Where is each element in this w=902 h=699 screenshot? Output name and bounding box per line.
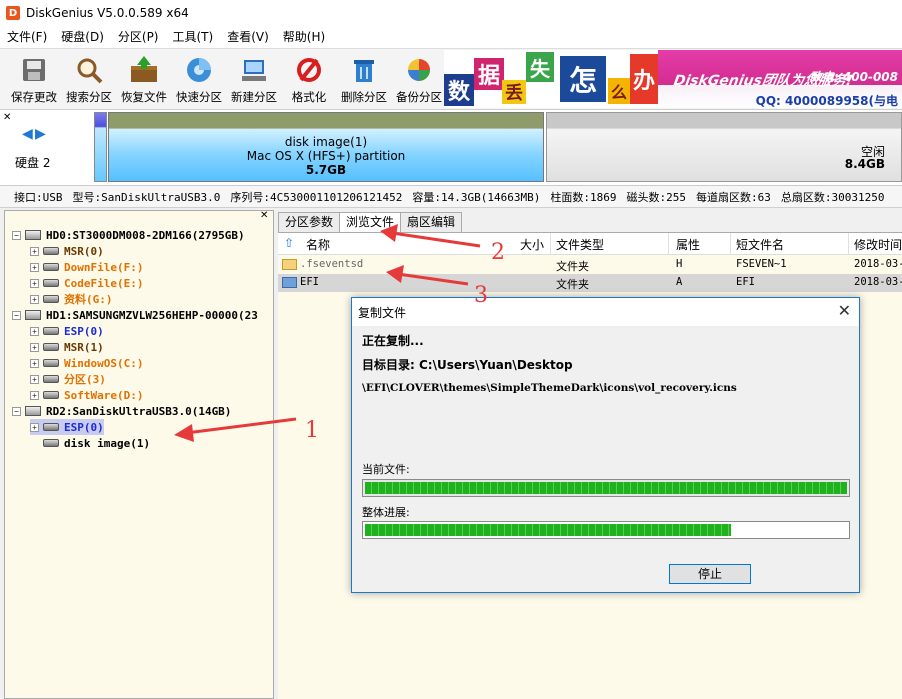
annotation-number-1: 1 <box>305 418 319 443</box>
annotation-number-2: 2 <box>491 240 505 265</box>
annotation-number-3: 3 <box>474 283 488 308</box>
annotation-arrow-1 <box>174 417 297 442</box>
annotation-layer <box>174 224 481 442</box>
annotation-arrow-2 <box>380 224 481 248</box>
annotation-arrow-3 <box>386 265 469 286</box>
